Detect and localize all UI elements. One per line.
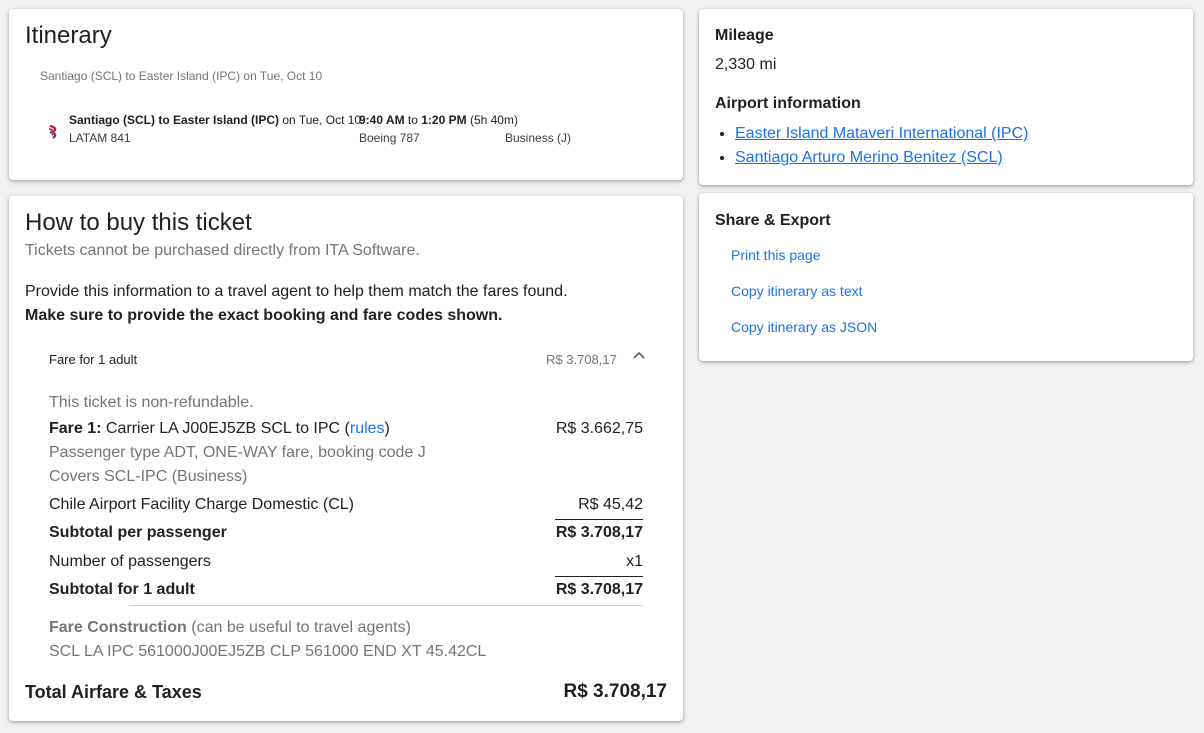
fare1-desc: Carrier LA J00EJ5ZB SCL to IPC ( [101, 420, 350, 437]
mileage-airport-card: Mileage 2,330 mi Airport information Eas… [699, 9, 1193, 185]
segment-cabin: Business (J) [505, 131, 572, 145]
divider [555, 519, 643, 520]
list-item: Easter Island Mataveri International (IP… [735, 122, 1028, 146]
copy-text-link[interactable]: Copy itinerary as text [731, 283, 863, 299]
segment-to: to [404, 113, 422, 127]
buy-instructions: Provide this information to a travel age… [25, 283, 568, 300]
latam-logo-icon [48, 124, 57, 139]
divider [555, 576, 643, 577]
fare1-price: R$ 3.662,75 [555, 420, 643, 437]
nonrefundable-note: This ticket is non-refundable. [49, 394, 254, 411]
buy-subtitle: Tickets cannot be purchased directly fro… [25, 242, 420, 259]
segment-date: on Tue, Oct 10 [279, 113, 362, 127]
buy-instructions-bold: Make sure to provide the exact booking a… [25, 307, 503, 324]
airport-info-title: Airport information [715, 95, 861, 112]
tax-label: Chile Airport Facility Charge Domestic (… [49, 496, 354, 513]
fare-construction-text: SCL LA IPC 561000J00EJ5ZB CLP 561000 END… [49, 643, 487, 660]
fare1-label: Fare 1: [49, 420, 102, 437]
num-pax-value: x1 [626, 553, 643, 570]
chevron-up-icon[interactable] [632, 350, 646, 360]
fare1-line: Fare 1: Carrier LA J00EJ5ZB SCL to IPC (… [49, 420, 390, 438]
segment-route: Santiago (SCL) to Easter Island (IPC) on… [69, 113, 361, 127]
itinerary-title: Itinerary [25, 22, 112, 49]
segment-arrive: 1:20 PM [421, 113, 467, 127]
print-page-link[interactable]: Print this page [731, 247, 821, 263]
total-label: Total Airfare & Taxes [25, 682, 202, 702]
segment-depart: 9:40 AM [359, 113, 405, 127]
mileage-title: Mileage [715, 27, 774, 44]
segment-aircraft: Boeing 787 [359, 131, 420, 145]
how-to-buy-card: How to buy this ticket Tickets cannot be… [9, 196, 683, 721]
fare-construction-note: (can be useful to travel agents) [186, 619, 411, 636]
share-title: Share & Export [715, 212, 831, 229]
subtotal-pp-price: R$ 3.708,17 [555, 524, 643, 541]
route-summary: Santiago (SCL) to Easter Island (IPC) on… [40, 69, 323, 83]
subtotal-pp-label: Subtotal per passenger [49, 524, 227, 541]
share-export-card: Share & Export Print this page Copy itin… [699, 193, 1193, 361]
segment-flight: LATAM 841 [69, 131, 131, 145]
divider [129, 605, 643, 606]
mileage-value: 2,330 mi [715, 56, 777, 73]
tax-price: R$ 45,42 [578, 496, 643, 513]
fare-construction-label: Fare Construction [49, 619, 187, 636]
list-item: Santiago Arturo Merino Benitez (SCL) [735, 146, 1028, 170]
buy-title: How to buy this ticket [25, 209, 252, 236]
segment-times: 9:40 AM to 1:20 PM (5h 40m) [359, 113, 518, 127]
airport-list: Easter Island Mataveri International (IP… [699, 122, 1028, 170]
fare-header[interactable]: Fare for 1 adult [49, 352, 137, 367]
subtotal-adult-price: R$ 3.708,17 [555, 581, 643, 598]
fare-header-price: R$ 3.708,17 [546, 352, 617, 367]
segment-duration: (5h 40m) [466, 113, 518, 127]
airport-link-scl[interactable]: Santiago Arturo Merino Benitez (SCL) [735, 149, 1003, 166]
fare-rules-link[interactable]: rules [350, 420, 385, 437]
fare-construction-heading: Fare Construction (can be useful to trav… [49, 619, 411, 637]
itinerary-card: Itinerary Santiago (SCL) to Easter Islan… [9, 9, 683, 180]
subtotal-adult-label: Subtotal for 1 adult [49, 581, 195, 598]
fare1-details: Passenger type ADT, ONE-WAY fare, bookin… [49, 444, 426, 461]
fare1-covers: Covers SCL-IPC (Business) [49, 468, 248, 485]
fare1-close: ) [384, 420, 390, 437]
airport-link-ipc[interactable]: Easter Island Mataveri International (IP… [735, 125, 1028, 142]
segment-route-bold: Santiago (SCL) to Easter Island (IPC) [69, 113, 280, 127]
num-pax-label: Number of passengers [49, 553, 211, 570]
total-price: R$ 3.708,17 [563, 681, 667, 702]
copy-json-link[interactable]: Copy itinerary as JSON [731, 319, 877, 335]
